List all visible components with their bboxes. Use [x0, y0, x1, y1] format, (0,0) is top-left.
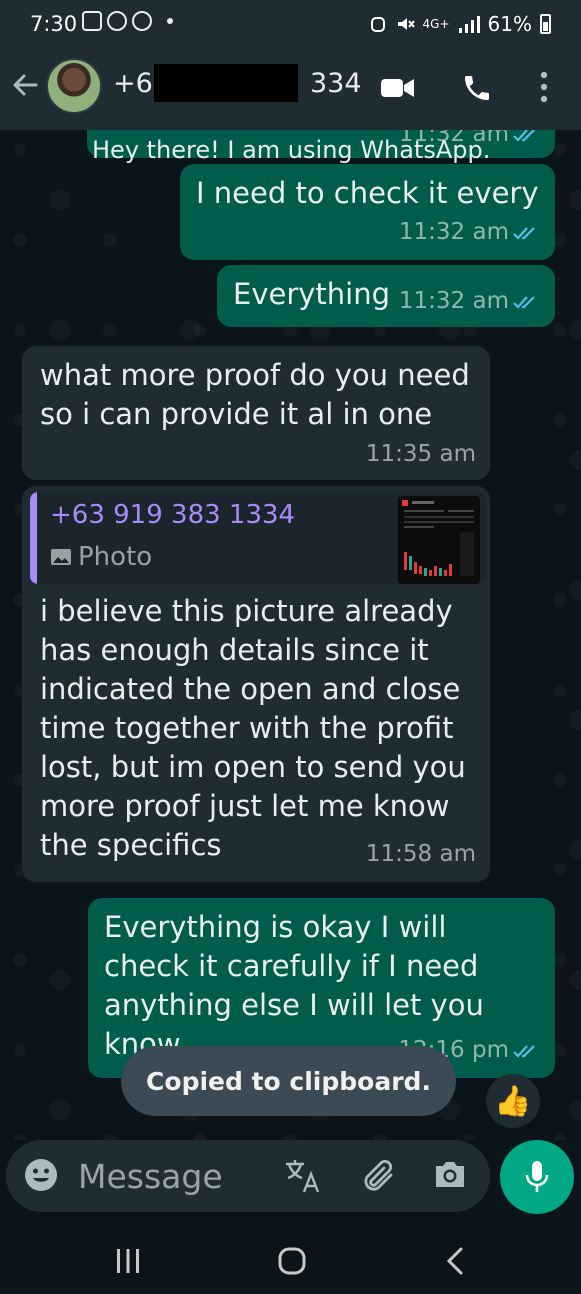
message-bubble-outgoing[interactable]: Everything 11:32 am — [217, 265, 555, 327]
back-icon[interactable] — [444, 1246, 466, 1276]
redaction-bar — [154, 64, 298, 102]
quote-bar — [30, 492, 37, 584]
read-ticks-icon — [513, 130, 535, 142]
status-right: 4G+ 61% — [369, 12, 551, 36]
battery-icon — [540, 14, 551, 34]
video-call-icon[interactable] — [380, 74, 416, 102]
contact-about-text: Hey there! I am using WhatsApp. — [92, 136, 491, 164]
message-time: 11:58 am — [365, 841, 476, 867]
status-bar: 7:30 4G+ 61% — [0, 0, 581, 52]
thumbs-up-reaction[interactable]: 👍 — [486, 1074, 540, 1128]
read-ticks-icon — [513, 226, 535, 240]
signal-icon — [458, 16, 480, 33]
photo-icon — [51, 549, 71, 565]
message-text: what more proof do you need so i can pro… — [40, 358, 470, 431]
translate-icon[interactable] — [284, 1158, 322, 1194]
message-time: 11:32 am — [398, 219, 509, 245]
emoji-icon[interactable] — [24, 1158, 58, 1192]
network-type: 4G+ — [422, 17, 450, 31]
voice-message-button[interactable] — [500, 1140, 574, 1214]
attach-icon[interactable] — [361, 1157, 397, 1195]
read-ticks-icon — [513, 1044, 535, 1058]
message-text: i believe this picture already has enoug… — [40, 594, 466, 862]
message-time: 11:35 am — [365, 441, 476, 467]
status-time: 7:30 — [30, 12, 78, 36]
message-meta: 11:32 am — [399, 213, 541, 252]
message-meta: 11:32 am — [399, 282, 541, 321]
voice-call-icon[interactable] — [461, 72, 493, 104]
alarm-icon — [370, 17, 385, 32]
photo-thumbnail[interactable] — [398, 496, 480, 584]
clipboard-toast: Copied to clipboard. — [121, 1046, 456, 1116]
home-icon[interactable] — [278, 1246, 306, 1276]
message-bubble-outgoing[interactable]: I need to check it every 11:32 am — [180, 164, 555, 260]
message-bubble-incoming[interactable]: what more proof do you need so i can pro… — [22, 346, 490, 480]
message-icon — [132, 11, 152, 31]
mic-icon — [525, 1161, 549, 1192]
chat-header: +63 334 — [0, 52, 581, 130]
gallery-icon — [82, 11, 102, 31]
message-time: 11:32 am — [398, 288, 509, 314]
trading-screenshot-image — [402, 500, 474, 576]
quote-type: Photo — [50, 542, 152, 572]
more-notifications-icon — [167, 18, 173, 24]
system-nav-bar — [0, 1230, 581, 1294]
mute-icon — [397, 18, 415, 30]
chat-area[interactable]: 11:32 am I need to check it every 11:32 … — [0, 130, 581, 1140]
battery-percent: 61% — [487, 12, 532, 36]
back-arrow-icon[interactable] — [10, 70, 40, 100]
message-text: Everything — [233, 277, 391, 311]
message-text: I need to check it every — [196, 176, 539, 210]
message-input-bar — [6, 1140, 490, 1212]
more-options-icon[interactable] — [538, 70, 550, 104]
read-ticks-icon — [513, 295, 535, 309]
notification-icons — [82, 11, 173, 31]
recent-apps-icon[interactable] — [115, 1246, 141, 1276]
contact-avatar[interactable] — [46, 58, 102, 114]
whatsapp-icon — [107, 11, 127, 31]
camera-icon[interactable] — [433, 1159, 467, 1189]
quote-sender: +63 919 383 1334 — [50, 500, 296, 530]
message-input[interactable] — [76, 1152, 280, 1200]
reply-quote[interactable]: +63 919 383 1334 Photo — [30, 492, 486, 584]
